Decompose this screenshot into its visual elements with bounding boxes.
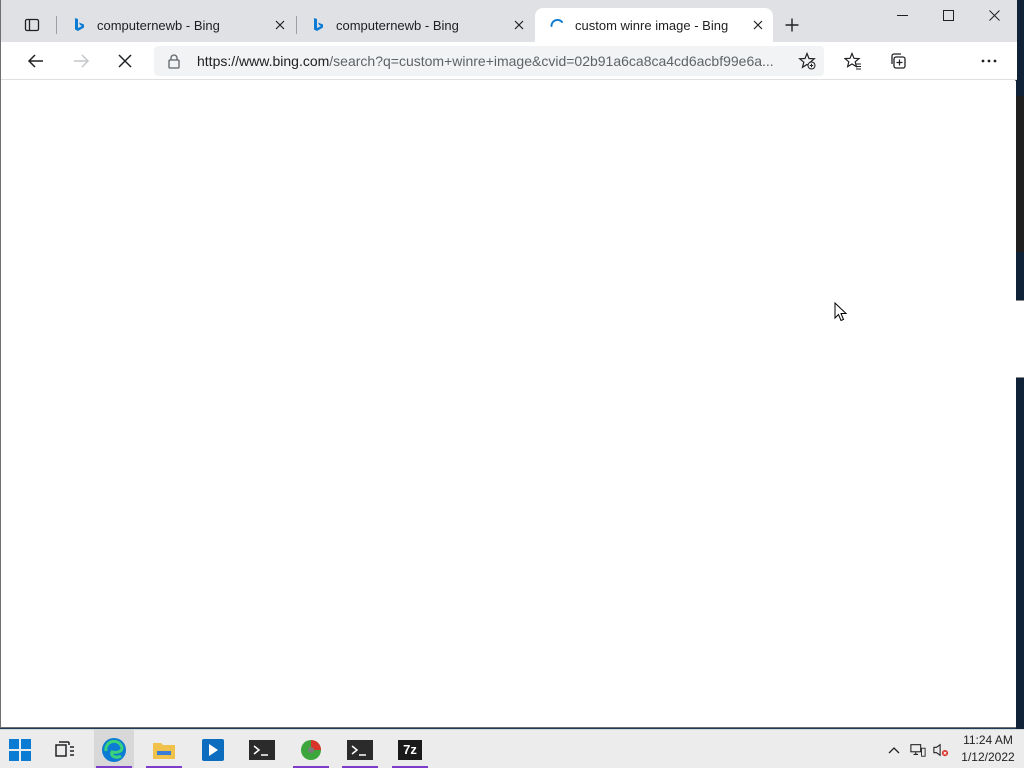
settings-more-button[interactable] — [974, 46, 1004, 76]
taskbar-terminal-2[interactable] — [340, 730, 380, 768]
taskbar-7-zip[interactable]: 7z — [390, 730, 430, 768]
browser-window: computernewb - Bing computernewb - Bing … — [0, 0, 1017, 728]
url-path: /search?q=custom+winre+image&cvid=02b91a… — [329, 53, 774, 69]
more-dots-icon — [981, 59, 997, 63]
back-button[interactable] — [21, 46, 51, 76]
minimize-icon — [896, 14, 908, 16]
edge-icon — [102, 737, 126, 762]
disk-tool-icon — [301, 739, 321, 760]
back-arrow-icon — [27, 54, 43, 68]
chevron-up-icon — [888, 747, 900, 754]
task-view-button[interactable] — [45, 730, 85, 768]
stop-loading-button[interactable] — [110, 46, 140, 76]
collections-button[interactable] — [883, 46, 913, 76]
plus-icon — [785, 18, 799, 32]
clock-date: 1/12/2022 — [961, 750, 1015, 764]
tab-title: computernewb - Bing — [336, 17, 459, 33]
stop-icon — [118, 54, 132, 68]
bing-icon — [314, 18, 323, 31]
terminal-icon — [347, 739, 373, 760]
tab-strip: computernewb - Bing computernewb - Bing … — [1, 0, 1017, 42]
seven-zip-icon: 7z — [398, 739, 422, 760]
minimize-button[interactable] — [879, 0, 925, 30]
tab-close-button[interactable] — [269, 14, 291, 36]
browser-toolbar: https://www.bing.com/search?q=custom+win… — [1, 42, 1017, 111]
collections-icon — [891, 53, 906, 69]
volume-status[interactable] — [933, 742, 949, 758]
close-window-button[interactable] — [971, 0, 1017, 30]
tab-close-button[interactable] — [508, 14, 530, 36]
tab-2[interactable]: computernewb - Bing — [296, 8, 534, 42]
maximize-button[interactable] — [925, 0, 971, 30]
seven-zip-label: 7z — [403, 742, 417, 757]
terminal-icon — [249, 739, 275, 760]
mouse-cursor-icon — [834, 302, 848, 322]
desktop-background — [1016, 0, 1024, 729]
tab-close-button[interactable] — [747, 14, 769, 36]
taskbar-file-explorer[interactable] — [144, 730, 184, 768]
forward-arrow-icon — [74, 54, 90, 68]
new-tab-button[interactable] — [780, 13, 804, 37]
taskbar-microsoft-edge[interactable] — [94, 730, 134, 768]
favorites-star-icon — [844, 52, 861, 70]
close-icon — [514, 20, 524, 30]
close-icon — [753, 20, 763, 30]
url-text[interactable]: https://www.bing.com/search?q=custom+win… — [197, 53, 792, 69]
system-clock[interactable]: 11:24 AM 1/12/2022 — [958, 732, 1018, 766]
media-player-icon — [202, 738, 224, 761]
add-favorite-button[interactable] — [792, 46, 822, 76]
address-bar[interactable]: https://www.bing.com/search?q=custom+win… — [154, 46, 824, 76]
folder-icon — [153, 742, 175, 759]
task-view-icon — [55, 740, 74, 757]
maximize-icon — [942, 9, 954, 21]
taskbar-drive-tool[interactable] — [291, 730, 331, 768]
network-icon — [910, 744, 926, 757]
background-window-edge-2 — [1016, 300, 1024, 378]
loading-spinner-icon — [550, 18, 563, 27]
windows-logo-icon — [9, 738, 31, 761]
lock-icon[interactable] — [166, 53, 182, 69]
show-hidden-icons-button[interactable] — [886, 742, 902, 758]
tab-actions-icon — [24, 18, 40, 32]
network-status[interactable] — [910, 742, 926, 758]
tab-1[interactable]: computernewb - Bing — [57, 8, 295, 42]
close-icon — [988, 9, 1000, 21]
taskbar: 7z 11:24 AM 1/12/2022 — [0, 729, 1024, 768]
tab-actions-button[interactable] — [17, 12, 47, 38]
taskbar-media-app[interactable] — [193, 730, 233, 768]
tab-3-active[interactable]: custom winre image - Bing — [535, 8, 773, 42]
bing-icon — [75, 18, 84, 31]
background-window-edge — [1016, 96, 1024, 252]
volume-muted-icon — [933, 743, 949, 757]
start-button[interactable] — [0, 730, 40, 768]
star-plus-icon — [798, 52, 816, 70]
favorites-button[interactable] — [838, 46, 868, 76]
tab-title: custom winre image - Bing — [575, 17, 729, 33]
forward-button[interactable] — [66, 46, 96, 76]
url-domain: https://www.bing.com — [197, 53, 330, 69]
tab-title: computernewb - Bing — [97, 17, 220, 33]
clock-time: 11:24 AM — [963, 733, 1013, 747]
page-content-area[interactable] — [9, 81, 1016, 727]
taskbar-terminal[interactable] — [242, 730, 282, 768]
close-icon — [275, 20, 285, 30]
